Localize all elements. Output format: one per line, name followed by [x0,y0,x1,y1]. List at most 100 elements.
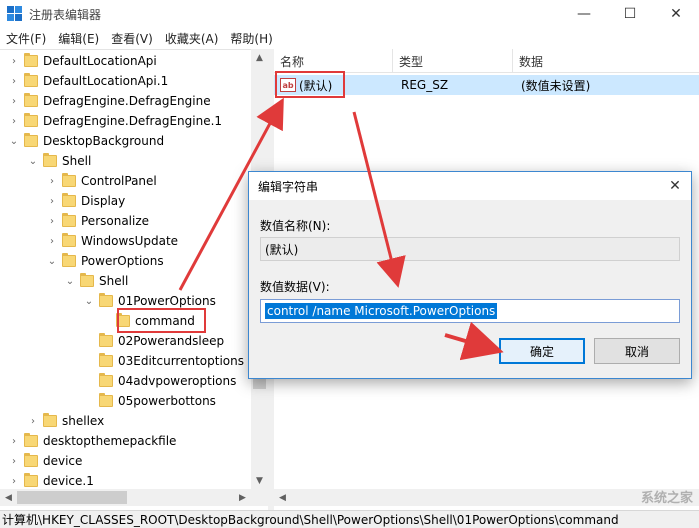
value-data-input[interactable]: control /name Microsoft.PowerOptions [260,299,680,323]
expand-chevron-right-icon[interactable]: › [8,451,20,471]
tree-item-label: WindowsUpdate [81,234,179,248]
close-button[interactable]: ✕ [653,0,699,28]
tree-item[interactable]: › Display [46,191,125,211]
scroll-up-icon[interactable]: ▲ [251,49,268,66]
expand-chevron-down-icon[interactable]: ⌄ [83,291,95,311]
minimize-button[interactable]: — [561,0,607,28]
expand-chevron-down-icon[interactable]: ⌄ [8,131,20,151]
folder-icon [62,193,76,207]
tree-item[interactable]: ⌄ Shell [27,151,91,171]
expand-chevron-right-icon[interactable]: › [8,71,20,91]
highlight-command-key [117,308,206,333]
expand-chevron-right-icon[interactable]: › [46,191,58,211]
folder-icon [99,373,113,387]
expand-chevron-right-icon[interactable]: › [46,171,58,191]
value-name-label: 数值名称(N): [260,219,331,233]
tree-item-label: Shell [62,154,92,168]
list-horizontal-scrollbar[interactable]: ◀ [274,489,699,506]
folder-icon [80,273,94,287]
expand-chevron-down-icon[interactable]: ⌄ [64,271,76,291]
tree-item[interactable]: › WindowsUpdate [46,231,178,251]
value-name-field[interactable]: (默认) [260,237,680,261]
dialog-title: 编辑字符串 [258,179,319,194]
tree-item[interactable]: › DefaultLocationApi.1 [8,71,168,91]
tree-item-label: 05powerbottons [118,394,216,408]
value-data: (数值未设置) [521,78,591,93]
dialog-title-bar: 编辑字符串 ✕ [249,172,691,200]
expand-chevron-right-icon[interactable]: › [8,51,20,71]
tree-item[interactable]: 02Powerandsleep [83,331,224,351]
folder-icon [62,233,76,247]
folder-icon [24,133,38,147]
tree-item-label: device [43,454,83,468]
value-data-selected-text: control /name Microsoft.PowerOptions [265,303,498,319]
cancel-button[interactable]: 取消 [594,338,680,364]
tree-item-label: DefaultLocationApi.1 [43,74,169,88]
tree-item[interactable]: › DefaultLocationApi [8,51,157,71]
folder-icon [24,433,38,447]
menu-view[interactable]: 查看(V) [105,30,159,47]
tree-item[interactable]: › Personalize [46,211,149,231]
folder-icon [24,93,38,107]
tree-item-label: 03Editcurrentoptions [118,354,244,368]
menu-favorites[interactable]: 收藏夹(A) [159,30,225,47]
menu-help[interactable]: 帮助(H) [224,30,278,47]
expand-chevron-right-icon [83,331,95,351]
menu-edit[interactable]: 编辑(E) [52,30,105,47]
expand-chevron-right-icon[interactable]: › [8,431,20,451]
value-data-label: 数值数据(V): [260,280,330,294]
tree-item-label: Personalize [81,214,150,228]
maximize-button[interactable]: ☐ [607,0,653,28]
tree-item[interactable]: › DefragEngine.DefragEngine.1 [8,111,222,131]
tree-item-label: DefragEngine.DefragEngine [43,94,211,108]
tree-item[interactable]: 04advpoweroptions [83,371,236,391]
menu-file[interactable]: 文件(F) [0,30,52,47]
tree-item[interactable]: ⌄ PowerOptions [46,251,164,271]
column-type[interactable]: 类型 [393,49,513,73]
tree-item[interactable]: › desktopthemepackfile [8,431,176,451]
tree-item[interactable]: 05powerbottons [83,391,216,411]
folder-icon [99,393,113,407]
tree-horizontal-scrollbar[interactable]: ◀ ▶ [0,489,268,506]
expand-chevron-right-icon[interactable]: › [27,411,39,431]
tree-hscroll-thumb[interactable] [17,491,127,504]
window-title: 注册表编辑器 [29,7,102,22]
tree-item[interactable]: ⌄ DesktopBackground [8,131,164,151]
tree-item-label: ControlPanel [81,174,157,188]
expand-chevron-right-icon[interactable]: › [46,231,58,251]
scroll-down-icon[interactable]: ▼ [251,472,268,489]
tree-item-label: DesktopBackground [43,134,165,148]
watermark-logo: 系统之家 [640,491,693,506]
registry-tree[interactable]: › DefaultLocationApi › DefaultLocationApi.1… [0,49,268,510]
dialog-close-icon[interactable]: ✕ [665,176,685,196]
scroll-left-icon[interactable]: ◀ [0,489,17,506]
expand-chevron-down-icon[interactable]: ⌄ [46,251,58,271]
tree-item[interactable]: ⌄ Shell [64,271,128,291]
folder-icon [24,453,38,467]
tree-item[interactable]: › device.1 [8,471,94,491]
tree-item[interactable]: › device [8,451,82,471]
tree-item[interactable]: 03Editcurrentoptions [83,351,244,371]
tree-item-label: PowerOptions [81,254,164,268]
list-header: 名称 类型 数据 [274,49,699,73]
column-data[interactable]: 数据 [513,49,699,73]
column-name[interactable]: 名称 [274,49,393,73]
title-bar: 注册表编辑器 — ☐ ✕ [0,0,699,28]
expand-chevron-right-icon[interactable]: › [8,111,20,131]
tree-item-label: device.1 [43,474,94,488]
folder-icon [99,353,113,367]
tree-item[interactable]: › shellex [27,411,104,431]
tree-item[interactable]: › ControlPanel [46,171,157,191]
expand-chevron-right-icon [83,371,95,391]
ok-button[interactable]: 确定 [499,338,585,364]
list-scroll-left-icon[interactable]: ◀ [274,489,291,506]
tree-item[interactable]: › DefragEngine.DefragEngine [8,91,211,111]
tree-item-label: 01PowerOptions [118,294,216,308]
expand-chevron-down-icon[interactable]: ⌄ [27,151,39,171]
tree-item-label: 04advpoweroptions [118,374,237,388]
expand-chevron-right-icon[interactable]: › [46,211,58,231]
scroll-right-icon[interactable]: ▶ [234,489,251,506]
folder-icon [62,173,76,187]
expand-chevron-right-icon[interactable]: › [8,471,20,491]
expand-chevron-right-icon[interactable]: › [8,91,20,111]
